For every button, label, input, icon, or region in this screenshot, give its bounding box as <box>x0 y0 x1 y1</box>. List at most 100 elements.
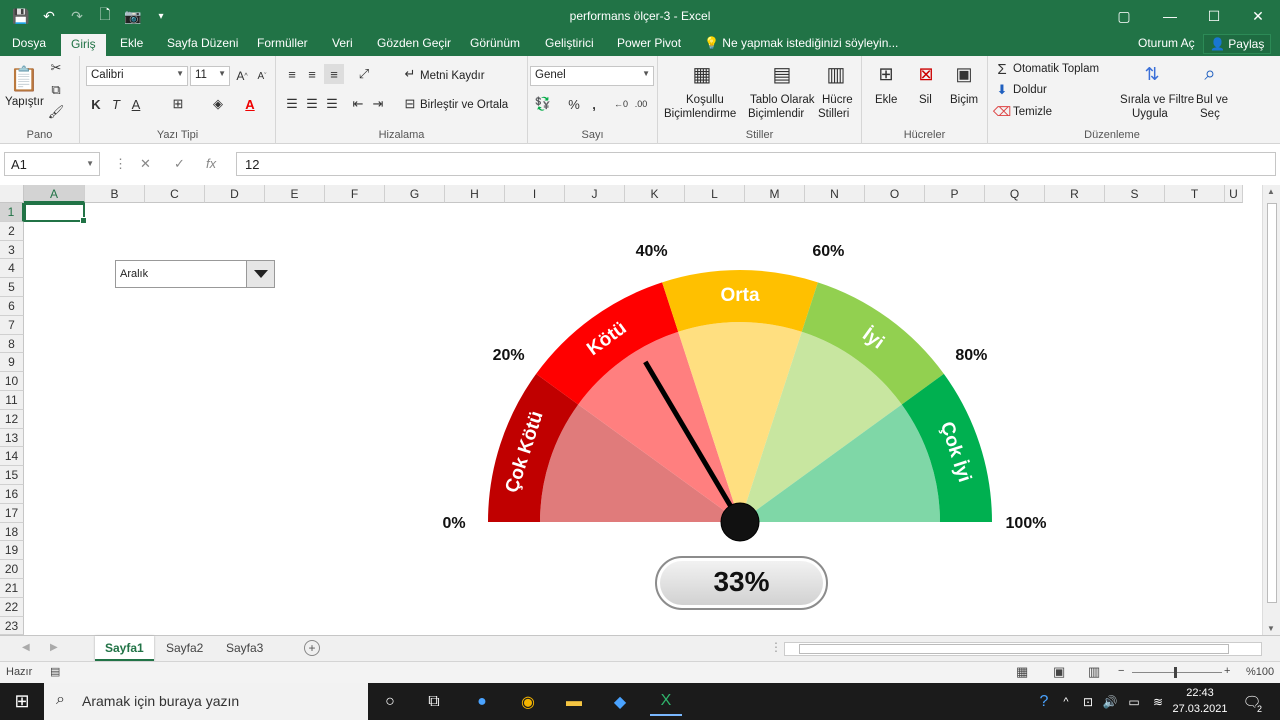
tab-gelistirici[interactable]: Geliştirici <box>545 36 594 50</box>
cell-styles-icon[interactable]: ▥ <box>822 60 850 88</box>
sign-in-link[interactable]: Oturum Aç <box>1138 36 1195 50</box>
clear-button[interactable]: Temizle <box>1013 106 1052 118</box>
row-header[interactable]: 8 <box>0 334 24 354</box>
horizontal-scroll-thumb[interactable] <box>799 644 1229 654</box>
cortana-icon[interactable]: ○ <box>374 687 406 716</box>
show-hidden-icons[interactable]: ^ <box>1058 687 1074 716</box>
merge-icon[interactable]: ⊟ <box>402 96 418 112</box>
tab-gorunum[interactable]: Görünüm <box>470 36 520 50</box>
tab-veri[interactable]: Veri <box>332 36 353 50</box>
format-cells-icon[interactable]: ▣ <box>952 60 976 88</box>
column-header[interactable]: R <box>1045 185 1105 203</box>
zoom-in-icon[interactable]: + <box>1224 665 1230 677</box>
name-box[interactable]: A1 ▼ <box>4 152 100 176</box>
page-layout-icon[interactable]: ▣ <box>1053 664 1065 680</box>
paste-icon[interactable]: 📋 <box>9 64 39 94</box>
zoom-out-icon[interactable]: − <box>1118 665 1124 677</box>
increase-indent-icon[interactable]: ⇥ <box>370 96 386 112</box>
format-cells-button[interactable]: Biçim <box>950 94 978 106</box>
conditional-format-icon[interactable]: ▦ <box>688 60 716 88</box>
row-header[interactable]: 10 <box>0 372 24 391</box>
find-select-label-1[interactable]: Bul ve <box>1196 94 1228 106</box>
delete-cells-icon[interactable]: ⊠ <box>914 60 938 88</box>
notification-icon[interactable]: 🗨 2 <box>1236 687 1268 716</box>
format-as-table-label-2[interactable]: Biçimlendir <box>748 108 804 120</box>
tell-me-box[interactable]: 💡 Ne yapmak istediğinizi söyleyin... <box>704 36 898 50</box>
column-header[interactable]: P <box>925 185 985 203</box>
shrink-font-icon[interactable]: Aˇ <box>254 68 270 84</box>
cancel-icon[interactable]: ✕ <box>140 156 151 172</box>
comma-button[interactable]: , <box>586 96 602 112</box>
column-header[interactable]: S <box>1105 185 1165 203</box>
font-color-icon[interactable]: A <box>242 96 258 112</box>
taskbar-search[interactable]: ⌕ Aramak için buraya yazın <box>44 683 368 720</box>
insert-function-icon[interactable]: fx <box>206 156 216 171</box>
column-header[interactable]: L <box>685 185 745 203</box>
row-header[interactable]: 7 <box>0 315 24 335</box>
sort-filter-label-2[interactable]: Uygula <box>1132 108 1168 120</box>
column-header[interactable]: G <box>385 185 445 203</box>
zoom-slider-thumb[interactable] <box>1174 667 1177 678</box>
excel-icon[interactable]: X <box>650 687 682 716</box>
column-header[interactable]: O <box>865 185 925 203</box>
sheet-tab-sayfa2[interactable]: Sayfa2 <box>156 636 213 661</box>
merge-center-button[interactable]: Birleştir ve Ortala <box>420 99 508 111</box>
fill-color-icon[interactable]: ◈ <box>210 96 226 112</box>
vertical-scroll-thumb[interactable] <box>1267 203 1277 603</box>
minimize-button[interactable]: — <box>1148 0 1192 32</box>
conditional-format-label-2[interactable]: Biçimlendirme <box>664 108 736 120</box>
column-header[interactable]: C <box>145 185 205 203</box>
column-header[interactable]: I <box>505 185 565 203</box>
decrease-decimal-icon[interactable]: .00 <box>632 96 650 112</box>
tab-formuller[interactable]: Formüller <box>257 36 308 50</box>
align-middle-icon[interactable]: ≡ <box>304 66 320 82</box>
video-app-icon[interactable]: ● <box>466 687 498 716</box>
row-header[interactable]: 2 <box>0 221 24 241</box>
column-header[interactable]: D <box>205 185 265 203</box>
add-sheet-icon[interactable]: + <box>304 640 320 656</box>
network-device-icon[interactable]: ⊡ <box>1078 687 1098 716</box>
dropdown-arrow-icon[interactable] <box>246 261 274 287</box>
file-explorer-icon[interactable]: ▬ <box>558 687 590 716</box>
copy-icon[interactable]: ⧉ <box>48 82 64 98</box>
wrap-text-icon[interactable]: ↵ <box>402 66 418 82</box>
paste-button[interactable]: Yapıştır <box>5 96 44 108</box>
format-as-table-label-1[interactable]: Tablo Olarak <box>750 94 815 106</box>
cell-styles-label-2[interactable]: Stilleri <box>818 108 849 120</box>
align-top-icon[interactable]: ≡ <box>284 66 300 82</box>
scroll-up-icon[interactable]: ▲ <box>1267 187 1275 196</box>
next-sheet-icon[interactable]: ▶ <box>50 642 58 653</box>
column-header[interactable]: N <box>805 185 865 203</box>
tab-giris[interactable]: Giriş <box>61 34 106 56</box>
tab-split-icon[interactable]: ⋮ <box>770 640 782 654</box>
close-button[interactable]: ✕ <box>1236 0 1280 32</box>
zoom-slider[interactable] <box>1132 667 1222 678</box>
row-header[interactable]: 15 <box>0 466 24 485</box>
speaker-icon[interactable]: 🔊 <box>1100 687 1120 716</box>
align-right-icon[interactable]: ☰ <box>324 96 340 112</box>
row-header[interactable]: 21 <box>0 579 24 598</box>
month-dropdown[interactable]: Aralık <box>115 260 275 288</box>
column-header[interactable]: B <box>85 185 145 203</box>
row-header[interactable]: 13 <box>0 428 24 448</box>
scroll-down-icon[interactable]: ▼ <box>1267 624 1275 633</box>
insert-cells-button[interactable]: Ekle <box>875 94 897 106</box>
task-view-icon[interactable]: ⧉ <box>418 687 450 716</box>
percent-button[interactable]: % <box>566 96 582 112</box>
tab-dosya[interactable]: Dosya <box>12 36 46 50</box>
italic-button[interactable]: T <box>108 96 124 112</box>
row-header[interactable]: 19 <box>0 541 24 561</box>
increase-decimal-icon[interactable]: ←0 <box>612 96 630 112</box>
sort-filter-label-1[interactable]: Sırala ve Filtre <box>1120 94 1194 106</box>
orientation-icon[interactable]: ⤢ <box>354 66 374 82</box>
align-left-icon[interactable]: ☰ <box>284 96 300 112</box>
vertical-scrollbar[interactable]: ▲ ▼ <box>1262 185 1280 635</box>
macro-record-icon[interactable]: ▤ <box>50 665 60 678</box>
enter-icon[interactable]: ✓ <box>174 156 185 172</box>
autosum-icon[interactable]: Σ <box>994 60 1010 78</box>
row-header[interactable]: 18 <box>0 522 24 542</box>
underline-button[interactable]: A <box>128 96 144 112</box>
grow-font-icon[interactable]: A ^ <box>234 68 250 84</box>
decrease-indent-icon[interactable]: ⇤ <box>350 96 366 112</box>
taskbar-clock[interactable]: 22:43 27.03.2021 <box>1170 685 1230 717</box>
